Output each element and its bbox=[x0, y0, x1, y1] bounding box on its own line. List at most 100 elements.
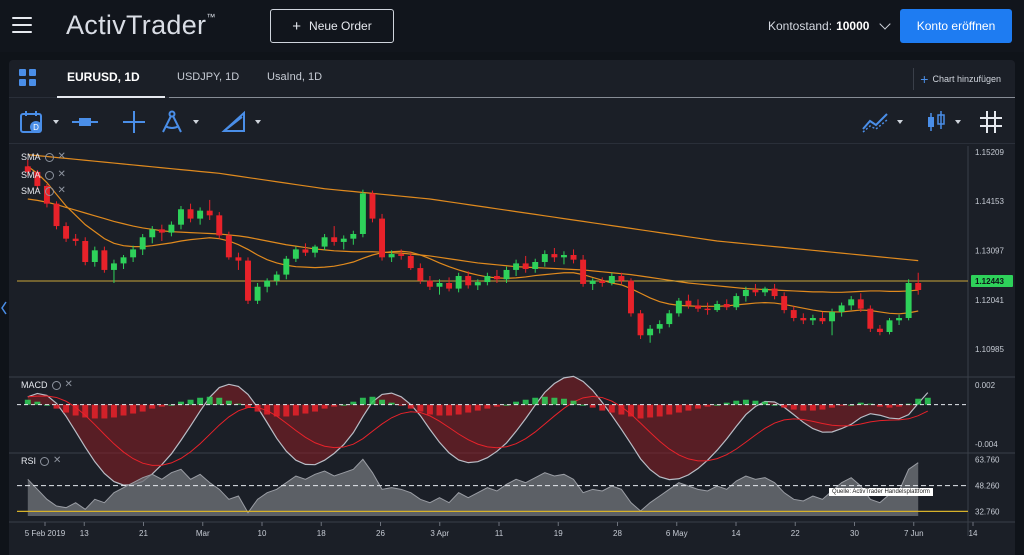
macd-histogram-bar bbox=[53, 404, 60, 409]
macd-indicator-label[interactable]: MACD ✕ bbox=[21, 380, 73, 391]
macd-histogram-bar bbox=[685, 404, 692, 411]
macd-histogram-bar bbox=[216, 397, 223, 405]
macd-area bbox=[27, 376, 928, 486]
macd-histogram-bar bbox=[484, 404, 491, 409]
macd-histogram-bar bbox=[924, 397, 931, 405]
candle-body bbox=[369, 193, 376, 219]
caret-down-icon bbox=[255, 120, 261, 124]
macd-histogram-bar bbox=[809, 404, 816, 411]
macd-histogram-bar bbox=[522, 399, 529, 405]
candle-body bbox=[857, 299, 864, 309]
tab-eurusd[interactable]: EURUSD, 1D bbox=[67, 70, 140, 84]
rsi-area bbox=[27, 459, 919, 516]
macd-histogram-bar bbox=[656, 404, 663, 417]
candle-body bbox=[245, 260, 251, 301]
drawing-compass-tool[interactable] bbox=[159, 109, 199, 135]
crosshair-icon bbox=[123, 111, 145, 133]
macd-histogram-bar bbox=[666, 404, 673, 415]
macd-histogram-bar bbox=[187, 399, 194, 405]
macd-histogram-bar bbox=[599, 404, 606, 411]
sma-indicator-label-3[interactable]: SMA ✕ bbox=[21, 186, 66, 197]
candle-body bbox=[580, 259, 587, 284]
close-icon[interactable]: ✕ bbox=[65, 380, 73, 390]
tab-usdjpy[interactable]: USDJPY, 1D bbox=[177, 71, 239, 83]
candle-body bbox=[82, 241, 89, 262]
crosshair-tool[interactable] bbox=[121, 109, 147, 135]
grid-toggle-tool[interactable] bbox=[979, 109, 1003, 135]
candle-body bbox=[723, 304, 730, 308]
candle-body bbox=[599, 280, 606, 283]
tab-usaind[interactable]: UsaInd, 1D bbox=[267, 71, 322, 83]
horizontal-line-tool[interactable] bbox=[71, 109, 99, 135]
sma-indicator-label-1[interactable]: SMA ✕ bbox=[21, 152, 66, 163]
chevron-left-icon[interactable] bbox=[0, 300, 8, 316]
rsi-tick-label: 32.760 bbox=[975, 507, 1000, 516]
candle-body bbox=[436, 283, 443, 287]
new-order-button[interactable]: + Neue Order bbox=[270, 9, 394, 43]
hamburger-menu-icon[interactable] bbox=[12, 17, 32, 33]
chart-type-tool[interactable] bbox=[925, 109, 961, 135]
shapes-tool[interactable] bbox=[221, 109, 261, 135]
candle-body bbox=[628, 280, 634, 314]
candle-body bbox=[570, 255, 577, 260]
price-tick-label: 1.14153 bbox=[975, 197, 1004, 206]
candle-body bbox=[426, 280, 433, 287]
candle-body bbox=[876, 328, 883, 332]
candle-body bbox=[905, 283, 912, 318]
close-icon[interactable]: ✕ bbox=[58, 170, 66, 180]
macd-histogram-bar bbox=[465, 404, 472, 413]
macd-histogram-bar bbox=[426, 404, 433, 415]
macd-histogram-bar bbox=[312, 404, 318, 412]
open-account-button[interactable]: Konto eröffnen bbox=[900, 9, 1012, 43]
macd-histogram-bar bbox=[139, 404, 146, 412]
candle-body bbox=[130, 249, 137, 258]
candle-body bbox=[254, 286, 261, 301]
x-tick-label: 3 Apr bbox=[430, 529, 449, 538]
candle-body bbox=[666, 313, 673, 325]
x-tick-label: 14 bbox=[969, 529, 978, 538]
settings-gear-icon[interactable] bbox=[51, 380, 61, 390]
layout-grid-icon[interactable] bbox=[19, 69, 37, 87]
plus-icon: + bbox=[292, 17, 302, 35]
candle-body bbox=[110, 263, 117, 270]
price-tick-label: 1.15209 bbox=[975, 148, 1004, 157]
macd-histogram-bar bbox=[560, 398, 567, 405]
caret-down-icon bbox=[955, 120, 961, 124]
close-icon[interactable]: ✕ bbox=[53, 456, 61, 466]
macd-histogram-bar bbox=[532, 397, 539, 405]
x-tick-label: 28 bbox=[613, 529, 622, 538]
close-icon[interactable]: ✕ bbox=[58, 186, 66, 196]
candle-body bbox=[503, 269, 510, 280]
macd-histogram-bar bbox=[264, 404, 271, 415]
macd-histogram-bar bbox=[292, 404, 299, 416]
x-tick-label: 21 bbox=[139, 529, 148, 538]
add-chart-button[interactable]: + Chart hinzufügen bbox=[913, 68, 1007, 90]
candle-body bbox=[762, 288, 768, 293]
macd-histogram-bar bbox=[197, 397, 204, 405]
close-icon[interactable]: ✕ bbox=[58, 152, 66, 162]
price-tick-label: 1.12041 bbox=[975, 296, 1004, 305]
macd-histogram-bar bbox=[695, 404, 701, 409]
settings-gear-icon[interactable] bbox=[44, 152, 54, 162]
settings-gear-icon[interactable] bbox=[40, 456, 50, 466]
candle-body bbox=[302, 249, 309, 253]
candle-body bbox=[675, 300, 682, 314]
candle-body bbox=[656, 324, 663, 329]
chart-tabs: EURUSD, 1D USDJPY, 1D UsaInd, 1D + Chart… bbox=[9, 60, 1015, 98]
settings-gear-icon[interactable] bbox=[44, 186, 54, 196]
indicators-tool[interactable] bbox=[861, 109, 903, 135]
candle-body bbox=[829, 311, 836, 322]
candle-body bbox=[197, 210, 204, 219]
balance-value: 10000 bbox=[836, 19, 870, 33]
x-tick-label: 26 bbox=[376, 529, 385, 538]
macd-histogram-bar bbox=[273, 404, 280, 417]
timeframe-calendar-tool[interactable]: D bbox=[19, 109, 59, 135]
macd-histogram-bar bbox=[379, 399, 386, 405]
candle-body bbox=[771, 288, 778, 297]
rsi-indicator-label[interactable]: RSI ✕ bbox=[21, 456, 61, 467]
candle-body bbox=[72, 238, 79, 241]
settings-gear-icon[interactable] bbox=[44, 170, 54, 180]
sma-indicator-label-2[interactable]: SMA ✕ bbox=[21, 170, 66, 181]
account-balance-dropdown[interactable]: Kontostand: 10000 bbox=[768, 18, 892, 33]
candle-body bbox=[608, 276, 615, 283]
